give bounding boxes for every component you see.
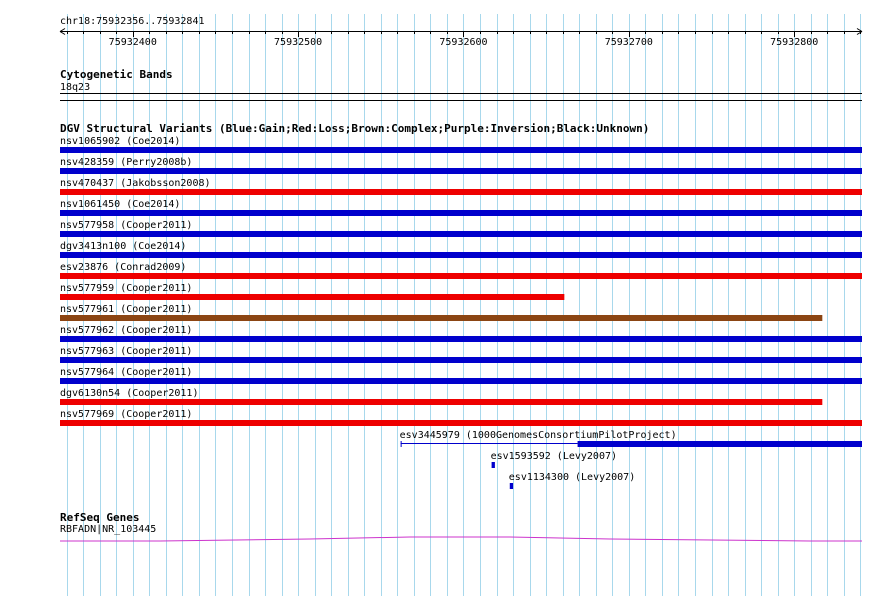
variant-bar[interactable]	[60, 315, 823, 321]
dgv-variant-features: nsv1065902 (Coe2014) nsv428359 (Perry2008…	[60, 136, 862, 489]
cytoband-track-border-bottom	[60, 100, 862, 101]
variant-label[interactable]: dgv6130n54 (Cooper2011)	[60, 388, 198, 399]
ruler-tick-label: 75932600	[439, 37, 487, 48]
variant-bar[interactable]	[509, 483, 514, 489]
variant-bar[interactable]	[60, 147, 862, 153]
genome-browser-view: chr18:75932356..75932841 75932400 7593250…	[59, 14, 863, 596]
variant-label[interactable]: esv3445979 (1000GenomesConsortiumPilotPr…	[400, 430, 677, 441]
variant-label[interactable]: nsv428359 (Perry2008b)	[60, 157, 192, 168]
variant-label[interactable]: nsv577961 (Cooper2011)	[60, 304, 192, 315]
cytoband-track-title: Cytogenetic Bands	[60, 68, 173, 81]
variant-bar[interactable]	[577, 441, 862, 447]
variant-label[interactable]: esv1134300 (Levy2007)	[509, 472, 635, 483]
variant-bar[interactable]	[60, 378, 862, 384]
variant-bar[interactable]	[60, 189, 862, 195]
variant-label[interactable]: nsv577969 (Cooper2011)	[60, 409, 192, 420]
variant-label[interactable]: nsv577964 (Cooper2011)	[60, 367, 192, 378]
variant-label[interactable]: nsv577962 (Cooper2011)	[60, 325, 192, 336]
variant-bar[interactable]	[60, 336, 862, 342]
variant-label[interactable]: nsv577963 (Cooper2011)	[60, 346, 192, 357]
region-coordinates: chr18:75932356..75932841	[60, 16, 205, 27]
ruler-tick-label: 75932400	[109, 37, 157, 48]
variant-bar[interactable]	[60, 231, 862, 237]
refseq-gene-label[interactable]: RBFADN|NR_103445	[60, 524, 156, 535]
variant-thin-segment[interactable]	[400, 443, 578, 444]
cytoband-label[interactable]: 18q23	[60, 82, 90, 93]
variant-bar[interactable]	[60, 210, 862, 216]
variant-bar[interactable]	[60, 294, 565, 300]
ruler-tick-label: 75932800	[770, 37, 818, 48]
variant-bar[interactable]	[60, 273, 862, 279]
cytoband-track-border-top	[60, 93, 862, 94]
dgv-track-title: DGV Structural Variants (Blue:Gain;Red:L…	[60, 122, 649, 135]
variant-bar[interactable]	[60, 252, 862, 258]
variant-label[interactable]: esv1593592 (Levy2007)	[491, 451, 617, 462]
position-ruler[interactable]: 75932400 75932500 75932600 75932700 75932800	[59, 28, 863, 49]
ruler-tick-label: 75932500	[274, 37, 322, 48]
variant-label[interactable]: nsv1065902 (Coe2014)	[60, 136, 180, 147]
refseq-gene-line[interactable]	[60, 536, 862, 542]
variant-label[interactable]: nsv470437 (Jakobsson2008)	[60, 178, 211, 189]
variant-bar[interactable]	[60, 420, 862, 426]
refseq-gene-feature[interactable]	[60, 536, 862, 542]
variant-bar[interactable]	[491, 462, 495, 468]
variant-label[interactable]: esv23876 (Conrad2009)	[60, 262, 186, 273]
variant-label[interactable]: nsv1061450 (Coe2014)	[60, 199, 180, 210]
variant-label[interactable]: dgv3413n100 (Coe2014)	[60, 241, 186, 252]
variant-label[interactable]: nsv577959 (Cooper2011)	[60, 283, 192, 294]
refseq-track-title: RefSeq Genes	[60, 511, 139, 524]
variant-bar[interactable]	[60, 168, 862, 174]
variant-bar[interactable]	[60, 357, 862, 363]
ruler-tick-label: 75932700	[605, 37, 653, 48]
variant-label[interactable]: nsv577958 (Cooper2011)	[60, 220, 192, 231]
variant-bar[interactable]	[60, 399, 823, 405]
